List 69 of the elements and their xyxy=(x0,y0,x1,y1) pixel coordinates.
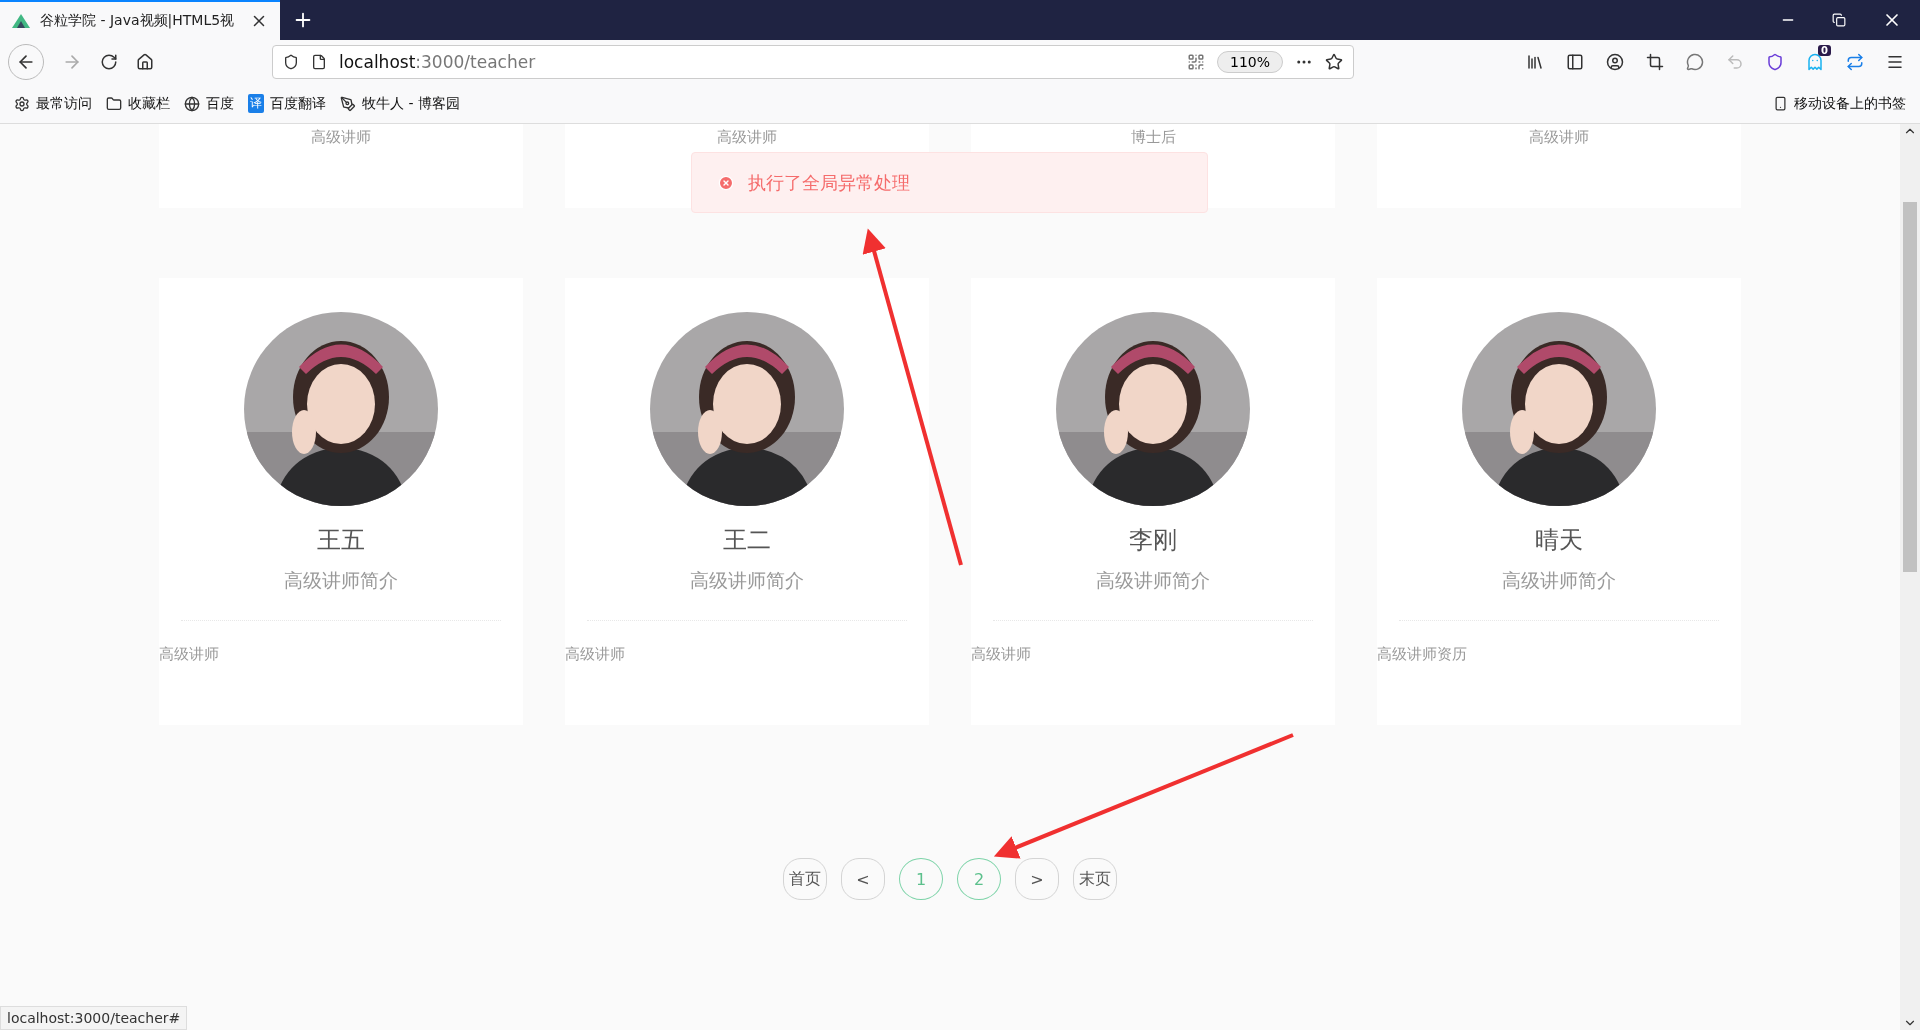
extension-icon[interactable] xyxy=(1766,53,1784,71)
mobile-bookmarks-link[interactable]: 移动设备上的书签 xyxy=(1773,94,1906,113)
pen-icon xyxy=(340,95,356,112)
account-icon[interactable] xyxy=(1606,53,1624,71)
page-icon xyxy=(311,54,327,70)
gear-icon xyxy=(14,95,30,112)
chat-icon[interactable] xyxy=(1686,53,1704,71)
toast-message: 执行了全局异常处理 xyxy=(748,170,910,195)
status-url: localhost:3000/teacher# xyxy=(0,1006,188,1030)
phone-icon xyxy=(1773,96,1788,111)
star-icon[interactable] xyxy=(1325,53,1343,71)
address-bar[interactable]: localhost:3000/teacher 110% xyxy=(272,45,1354,79)
tab-title: 谷粒学院 - Java视频|HTML5视 xyxy=(40,12,236,30)
pager-nav-button[interactable]: 末页 xyxy=(1073,858,1117,900)
bookmark-label: 百度 xyxy=(206,94,234,113)
bookmark-label: 牧牛人 - 博客园 xyxy=(362,94,460,113)
bookmark-link[interactable]: 译 百度翻译 xyxy=(248,94,326,113)
teacher-card[interactable]: 王二 高级讲师简介 高级讲师 xyxy=(565,278,929,725)
bookmark-link[interactable]: 百度 xyxy=(184,94,234,113)
teacher-title: 高级讲师资历 xyxy=(1377,645,1467,663)
library-icon[interactable] xyxy=(1526,53,1544,71)
teacher-title: 高级讲师 xyxy=(565,645,625,663)
teacher-name: 王五 xyxy=(317,525,365,556)
bookmark-link[interactable]: 收藏栏 xyxy=(106,94,170,113)
sync-icon[interactable] xyxy=(1846,53,1864,71)
teacher-card[interactable]: 李刚 高级讲师简介 高级讲师 xyxy=(971,278,1335,725)
restore-icon[interactable] xyxy=(1832,13,1846,27)
pager-nav-button[interactable]: > xyxy=(1015,858,1059,900)
teacher-card[interactable]: 晴天 高级讲师简介 高级讲师资历 xyxy=(1377,278,1741,725)
sidebar-icon[interactable] xyxy=(1566,53,1584,71)
teacher-title: 高级讲师 xyxy=(717,128,777,146)
pager-nav-button[interactable]: < xyxy=(841,858,885,900)
teacher-title: 高级讲师 xyxy=(971,645,1031,663)
teacher-card[interactable]: 王五 高级讲师简介 高级讲师 xyxy=(159,278,523,725)
teacher-title: 高级讲师 xyxy=(1529,128,1589,146)
reload-icon[interactable] xyxy=(100,53,118,71)
browser-tab[interactable]: 谷粒学院 - Java视频|HTML5视 xyxy=(0,0,280,40)
bookmark-label: 移动设备上的书签 xyxy=(1794,94,1906,113)
error-icon xyxy=(718,174,734,191)
url-text: localhost:3000/teacher xyxy=(339,52,537,72)
scrollbar-thumb[interactable] xyxy=(1903,202,1917,572)
home-icon[interactable] xyxy=(136,53,154,71)
teacher-intro: 高级讲师简介 xyxy=(284,568,398,593)
shield-icon xyxy=(283,54,299,70)
teacher-name: 王二 xyxy=(723,525,771,556)
globe-icon xyxy=(184,95,200,112)
notification-badge: 0 xyxy=(1818,45,1831,56)
mountain-icon xyxy=(12,14,30,28)
teacher-name: 晴天 xyxy=(1535,525,1583,556)
teacher-name: 李刚 xyxy=(1129,525,1177,556)
bookmark-link[interactable]: 最常访问 xyxy=(14,94,92,113)
translate-icon: 译 xyxy=(248,94,264,113)
ghost-icon[interactable] xyxy=(1806,53,1824,71)
teacher-title: 博士后 xyxy=(1130,128,1176,146)
teacher-intro: 高级讲师简介 xyxy=(1096,568,1210,593)
teacher-title: 高级讲师 xyxy=(311,128,371,146)
zoom-level[interactable]: 110% xyxy=(1216,51,1283,73)
menu-icon[interactable] xyxy=(1886,53,1904,71)
bookmark-label: 百度翻译 xyxy=(270,94,326,113)
bookmark-link[interactable]: 牧牛人 - 博客园 xyxy=(340,94,460,113)
qr-code-icon[interactable] xyxy=(1186,53,1205,71)
crop-icon[interactable] xyxy=(1646,53,1664,71)
bookmark-label: 最常访问 xyxy=(36,94,92,113)
folder-icon xyxy=(106,95,122,112)
teacher-title: 高级讲师 xyxy=(159,645,219,663)
pager-nav-button[interactable]: 首页 xyxy=(783,858,827,900)
teacher-intro: 高级讲师简介 xyxy=(690,568,804,593)
bookmark-label: 收藏栏 xyxy=(128,94,170,113)
teacher-intro: 高级讲师简介 xyxy=(1502,568,1616,593)
